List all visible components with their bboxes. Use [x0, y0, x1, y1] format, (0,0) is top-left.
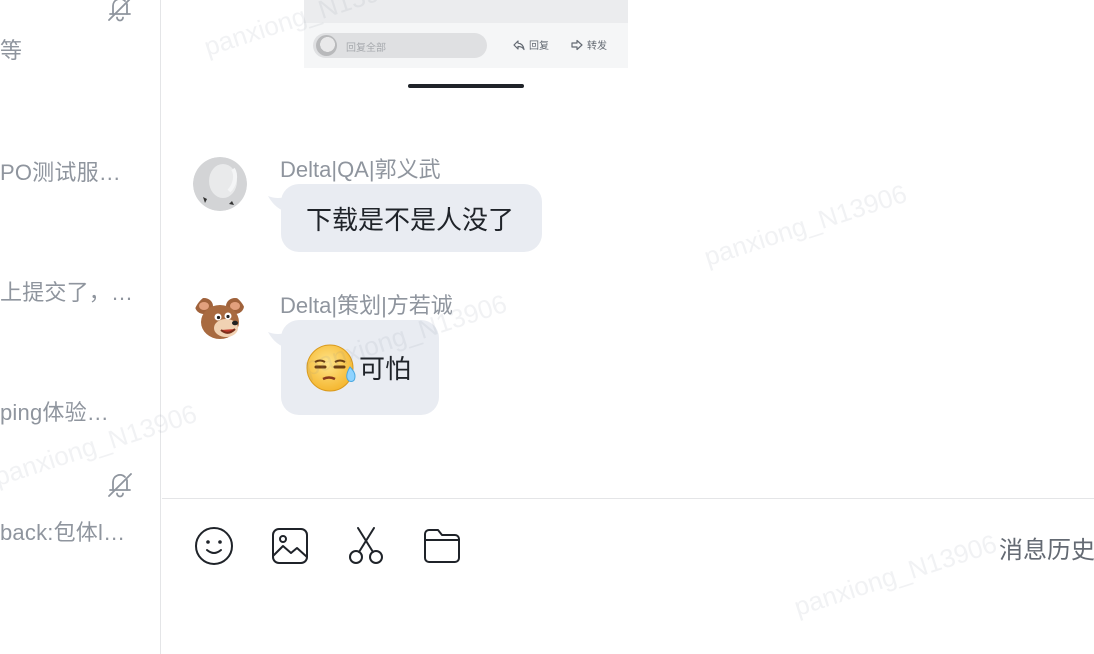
message-history-button[interactable]: 消息历史 [999, 530, 1094, 565]
image-top-strip [304, 0, 628, 23]
file-button[interactable] [421, 525, 463, 567]
reply-all-placeholder: 回复全部 [346, 43, 386, 54]
reply-all-input: 回复全部 [313, 33, 487, 58]
screenshot-button[interactable] [345, 525, 387, 567]
mute-notification-icon [104, 468, 136, 500]
conversation-preview[interactable]: ping体验… [0, 395, 109, 427]
composer-toolbar: 消息历史 [162, 498, 1094, 654]
avatar[interactable] [193, 292, 247, 346]
mute-notification-icon [104, 0, 136, 24]
forward-action: 转发 [570, 37, 607, 52]
forward-icon [571, 39, 583, 50]
avatar[interactable] [193, 157, 247, 211]
message-bubble[interactable]: 下载是不是人没了 [281, 184, 543, 252]
conversation-preview[interactable]: back:包体l… [0, 515, 125, 547]
shared-image-preview[interactable]: 回复全部 回复 转发 [304, 0, 628, 68]
emoji-button[interactable] [193, 525, 235, 567]
message-area: 回复全部 回复 转发 Delta|QA|郭义武 下载是不是人没了 Delta|策… [162, 0, 1094, 498]
image-button[interactable] [269, 525, 311, 567]
reply-icon [513, 39, 525, 50]
conversation-preview[interactable]: 上提交了，… [0, 275, 133, 307]
conversation-preview[interactable]: 等 [0, 33, 22, 65]
smiley-icon [195, 527, 233, 565]
folder-icon [424, 529, 460, 563]
message-text: 可怕 [359, 354, 412, 384]
conversation-preview[interactable]: PO测试服… [0, 155, 121, 187]
image-icon [272, 528, 308, 564]
avatar [316, 35, 337, 56]
conversation-list: 等 PO测试服… 上提交了，… ping体验… back:包体l… [0, 0, 161, 654]
message-bubble[interactable]: 可怕 [281, 320, 440, 415]
reply-label: 回复 [529, 41, 549, 52]
home-indicator [408, 84, 524, 88]
sender-name: Delta|策划|方若诚 [280, 293, 453, 318]
sweat-emoji-icon [306, 344, 356, 391]
scissors-icon [349, 527, 383, 564]
forward-label: 转发 [587, 41, 607, 52]
reply-action: 回复 [512, 37, 549, 52]
sender-name: Delta|QA|郭义武 [280, 157, 441, 182]
